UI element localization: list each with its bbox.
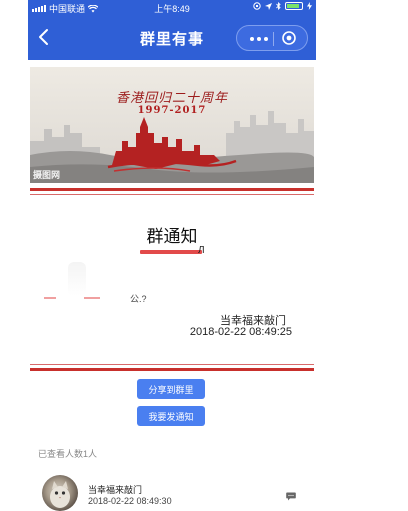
bluetooth-icon bbox=[276, 2, 281, 10]
banner-years: 1997-2017 bbox=[137, 105, 207, 116]
blurred-mark bbox=[44, 297, 56, 299]
viewer-time: 2018-02-22 08:49:30 bbox=[88, 496, 172, 506]
notice-title-fragment: Л bbox=[198, 245, 205, 256]
cat-photo-icon bbox=[50, 481, 70, 508]
nav-bar: 群里有事 bbox=[28, 16, 316, 60]
banner-watermark: 摄图网 bbox=[33, 170, 61, 180]
notice-title-underline bbox=[140, 250, 202, 254]
publish-notice-button[interactable]: 我要发通知 bbox=[137, 406, 205, 426]
more-icon[interactable] bbox=[247, 32, 271, 46]
mini-program-capsule bbox=[236, 25, 308, 51]
notice-time: 2018-02-22 08:49:25 bbox=[189, 326, 292, 338]
decorative-stripe-top bbox=[30, 188, 314, 195]
banner-image: 香港回归二十周年 1997-2017 摄图网 bbox=[30, 67, 314, 183]
banner-title: 香港回归二十周年 bbox=[115, 91, 228, 106]
comment-icon[interactable] bbox=[286, 492, 296, 501]
charging-icon bbox=[307, 2, 312, 10]
close-target-icon[interactable] bbox=[281, 30, 297, 46]
blurred-text: 公.? bbox=[130, 294, 147, 304]
viewer-name: 当幸福来敲门 bbox=[88, 485, 143, 495]
viewer-count: 已查看人数1人 bbox=[38, 449, 98, 459]
notice-heading: 群通知 bbox=[146, 227, 198, 246]
status-right bbox=[253, 2, 312, 10]
blurred-content bbox=[68, 262, 86, 296]
banner-artwork bbox=[30, 67, 314, 183]
phone-screen: 中国联通 上午8:49 群里有事 香港回归二十周年 1997-2017 摄图网 … bbox=[28, 0, 316, 511]
capsule-divider bbox=[273, 32, 274, 46]
decorative-stripe-bottom bbox=[30, 364, 314, 371]
avatar bbox=[42, 475, 78, 511]
share-to-group-button[interactable]: 分享到群里 bbox=[137, 379, 205, 399]
blurred-mark bbox=[84, 297, 100, 299]
location-icon bbox=[265, 2, 272, 10]
battery-icon bbox=[285, 2, 303, 10]
rotation-lock-icon bbox=[253, 2, 261, 10]
status-bar: 中国联通 上午8:49 bbox=[28, 0, 316, 16]
